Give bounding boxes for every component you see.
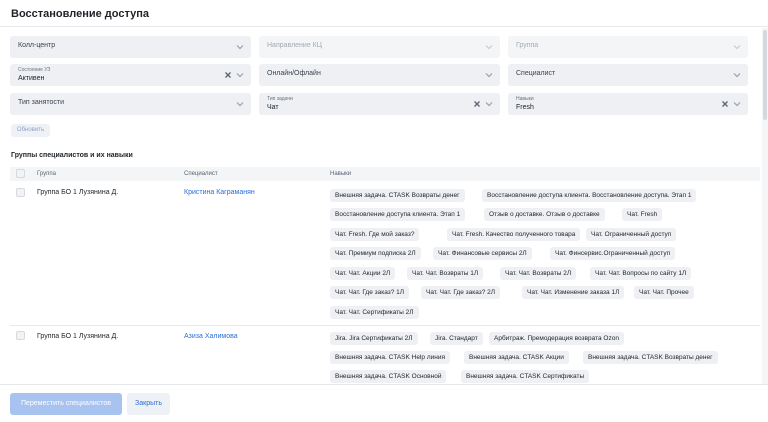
- skills-value: Fresh: [516, 104, 534, 111]
- table-header: Группа Специалист Навыки: [10, 167, 760, 181]
- skill-chip: Чат. Чат. Вопросы по сайту 1Л: [590, 267, 692, 280]
- skill-chip: Jira. Jira Сертификаты 2Л: [330, 332, 418, 345]
- uz-state-label: Состояние УЗ: [18, 67, 51, 73]
- section-title: Группы специалистов и их навыки: [11, 152, 133, 159]
- skill-chip: Чат. Fresh. Где мой заказ?: [330, 228, 420, 241]
- uz-state-value: Активен: [18, 75, 45, 82]
- employment-type-placeholder: Тип занятости: [18, 99, 65, 106]
- skill-chip: Внешняя задача. CTASK Сертификаты: [461, 370, 590, 383]
- clear-icon[interactable]: [720, 99, 730, 109]
- chevron-down-icon: [485, 45, 493, 50]
- task-type-select[interactable]: Тип задачи Чат: [259, 93, 500, 115]
- skill-chip: Чат. Чат. Сертификаты 2Л: [330, 306, 419, 319]
- row-group-name: Группа БО 1 Лузянина Д.: [37, 333, 119, 340]
- skill-chip: Чат. Финансовые сервисы 2Л: [433, 247, 532, 260]
- modal-header: Восстановление доступа: [0, 0, 768, 27]
- move-specialists-button[interactable]: Переместить специалистов: [10, 393, 122, 415]
- skill-chip: Чат. Чат. Возвраты 1Л: [407, 267, 484, 280]
- chevron-down-icon: [236, 73, 244, 78]
- chevron-down-icon: [733, 102, 741, 107]
- header-skills: Навыки: [330, 171, 352, 177]
- table-row: Группа БО 1 Лузянина Д. Кристина Каграма…: [10, 184, 760, 322]
- group-placeholder: Группа: [516, 42, 539, 49]
- skill-chip: Чат. Ограниченный доступ: [586, 228, 677, 241]
- modal-dialog: Восстановление доступа Колл-центр Направ…: [0, 0, 768, 422]
- specialist-placeholder: Специалист: [516, 70, 556, 77]
- skill-chip: Внешняя задача. CTASK Акции: [464, 351, 569, 364]
- skill-chip: Внешняя задача. CTASK Возвраты денег: [330, 189, 465, 202]
- skill-chip: Чат. Чат. Изменение заказа 1Л: [522, 286, 625, 299]
- chevron-down-icon: [236, 45, 244, 50]
- chevron-down-icon: [485, 102, 493, 107]
- modal-footer: Переместить специалистов Закрыть: [0, 384, 768, 422]
- skill-chip: Чат. Премиум подписка 2Л: [330, 247, 421, 260]
- clear-icon[interactable]: [223, 70, 233, 80]
- call-center-select[interactable]: Колл-центр: [10, 36, 251, 58]
- online-offline-select[interactable]: Онлайн/Офлайн: [259, 64, 500, 86]
- skill-chip: Восстановление доступа клиента. Восстано…: [482, 189, 697, 202]
- header-specialist: Специалист: [184, 171, 218, 177]
- specialist-link[interactable]: Азиза Халимова: [184, 333, 238, 340]
- task-type-label: Тип задачи: [267, 96, 293, 102]
- chevron-down-icon: [733, 73, 741, 78]
- skill-chip: Чат. Fresh: [622, 208, 663, 221]
- specialist-select[interactable]: Специалист: [508, 64, 748, 86]
- skill-chip: Чат. Чат. Акции 2Л: [330, 267, 396, 280]
- skill-chip: Восстановление доступа клиента. Этап 1: [330, 208, 466, 221]
- skills-label: Навыки: [516, 96, 534, 102]
- refresh-button[interactable]: Обновить: [11, 124, 50, 137]
- specialist-link[interactable]: Кристина Каграманян: [184, 189, 255, 196]
- close-button[interactable]: Закрыть: [127, 393, 170, 415]
- row-divider: [10, 325, 760, 326]
- kc-direction-placeholder: Направление КЦ: [267, 42, 322, 49]
- employment-type-select[interactable]: Тип занятости: [10, 93, 251, 115]
- skill-chip: Внешняя задача. CTASK Help линия: [330, 351, 450, 364]
- clear-icon[interactable]: [472, 99, 482, 109]
- skill-chip: Арбитраж. Премодерация возврата Ozon: [489, 332, 624, 345]
- row-group-name: Группа БО 1 Лузянина Д.: [37, 189, 119, 196]
- chevron-down-icon: [733, 45, 741, 50]
- group-select[interactable]: Группа: [508, 36, 748, 58]
- skill-chip: Отзыв о доставке. Отзыв о доставке: [484, 208, 605, 221]
- skill-chip: Чат. Финсервис.Ограниченный доступ: [550, 247, 676, 260]
- skill-chip: Внешняя задача. CTASK Основной: [330, 370, 447, 383]
- modal-title: Восстановление доступа: [11, 8, 149, 20]
- table-row: Группа БО 1 Лузянина Д. Азиза Халимова J…: [10, 328, 760, 384]
- skill-chip: Чат. Чат. Где заказ? 2Л: [421, 286, 501, 299]
- row-checkbox[interactable]: [16, 188, 25, 197]
- header-group: Группа: [37, 171, 57, 177]
- skill-chip: Чат. Чат. Где заказ? 1Л: [330, 286, 410, 299]
- kc-direction-select[interactable]: Направление КЦ: [259, 36, 500, 58]
- modal-body: Колл-центр Направление КЦ Группа Состоян…: [0, 28, 762, 384]
- scrollbar[interactable]: [762, 28, 768, 384]
- call-center-placeholder: Колл-центр: [18, 42, 56, 49]
- skill-chip: Чат. Чат. Прочее: [634, 286, 694, 299]
- task-type-value: Чат: [267, 104, 279, 111]
- skill-chip: Jira. Стандарт: [430, 332, 483, 345]
- skills-select[interactable]: Навыки Fresh: [508, 93, 748, 115]
- online-offline-placeholder: Онлайн/Офлайн: [267, 70, 321, 77]
- chevron-down-icon: [485, 73, 493, 78]
- skill-chip: Чат. Чат. Возвраты 2Л: [500, 267, 577, 280]
- skill-chip: Внешняя задача. CTASK Возвраты денег: [583, 351, 718, 364]
- row-checkbox[interactable]: [16, 331, 25, 340]
- scrollbar-thumb[interactable]: [763, 30, 767, 120]
- uz-state-select[interactable]: Состояние УЗ Активен: [10, 64, 251, 86]
- skill-chip: Чат. Fresh. Качество полученного товара: [447, 228, 581, 241]
- select-all-checkbox[interactable]: [16, 169, 25, 178]
- chevron-down-icon: [236, 102, 244, 107]
